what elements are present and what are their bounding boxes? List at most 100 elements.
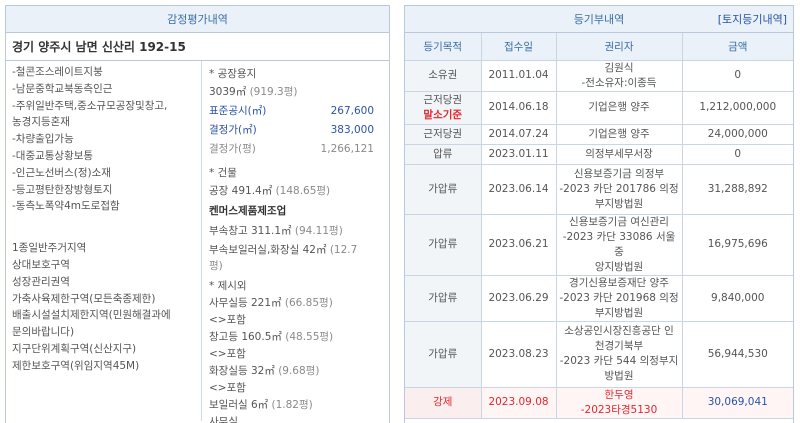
official-price-label: 표준공시(㎡) <box>209 105 267 117</box>
registry-row: 가압류 2023.08.23 소상공인시장진흥공단 인 천경기북부 -2023 카단 5… <box>405 321 793 388</box>
registry-purpose: 소유권 <box>405 60 482 92</box>
registry-row: 압류 2023.01.11 의정부세무서장 0 <box>405 144 793 165</box>
land-header: * 공장용지 <box>209 68 257 80</box>
purpose-text: 소유권 <box>428 69 458 81</box>
registry-row: 강제 2023.09.08 한두영 -2023타경5130 30,069,041 <box>405 387 793 419</box>
registry-holder: 소상공인시장진흥공단 인 천경기북부 -2023 카단 544 의정부지 방법원 <box>556 321 683 388</box>
registry-title: 등기부내역 <box>573 13 625 26</box>
note-line: -남문중학교북동측인근 <box>12 82 113 95</box>
registry-amount: 1,212,000,000 <box>682 91 793 125</box>
registry-date: 2023.09.08 <box>481 387 557 419</box>
warehouse-area-pyeong: (48.55평) <box>285 331 334 343</box>
registry-holder: 한두영 -2023타경5130 <box>556 387 683 419</box>
registry-amount: 56,944,530 <box>682 321 793 388</box>
holder-line: 김원식 <box>604 61 634 74</box>
registry-row: 가압류 2023.06.29 경기신용보증재단 양주 -2023 카단 201968 … <box>405 275 793 322</box>
registry-date: 2014.07.24 <box>481 124 557 145</box>
purpose-text: 가압류 <box>428 182 458 195</box>
registry-purpose: 근저당권말소기준 <box>405 91 482 125</box>
registry-amount: 30,069,041 <box>682 387 793 419</box>
registry-table: 등기목적 접수일 권리자 금액 소유권 2011.01.04 김원식 -전소유자:이종… <box>405 33 793 419</box>
holder-line: -2023 카단 201786 의정 <box>559 182 679 195</box>
registry-purpose: 가압류 <box>405 214 482 276</box>
note-line: -대중교통상황보통 <box>12 149 94 162</box>
registry-date: 2023.08.23 <box>481 321 557 388</box>
purpose-text: 강제 <box>433 396 453 408</box>
land-area: 3039㎡ <box>209 86 247 98</box>
registry-amount: 0 <box>682 60 793 92</box>
holder-line: 신용보증기금 의정부 <box>573 167 665 180</box>
registry-holder: 경기신용보증재단 양주 -2023 카단 201968 의정부지방법원 <box>556 275 683 322</box>
purpose-text: 가압류 <box>428 291 458 304</box>
note-line: -동측노폭약4m도로접함 <box>12 200 120 213</box>
annex-boiler-pyeong-cont: 평) <box>209 260 223 272</box>
registry-date: 2023.06.21 <box>481 214 557 276</box>
registry-row: 소유권 2011.01.04 김원식 -전소유자:이종득 0 <box>405 60 793 92</box>
registry-row: 가압류 2023.06.21 신용보증기금 여신관리 -2023 카단 33086 서… <box>405 214 793 276</box>
zoning-line: 성장관리권역 <box>12 275 70 288</box>
registry-purpose: 가압류 <box>405 321 482 388</box>
holder-line: -2023 카단 544 의정부지 <box>559 355 679 367</box>
registry-date: 2023.01.11 <box>481 144 557 165</box>
registry-holder: 김원식 -전소유자:이종득 <box>556 60 683 92</box>
decided-price-label: 결정가(㎡) <box>209 124 257 136</box>
note-line: -인근노선버스(정)소재 <box>12 166 111 179</box>
purpose-text: 가압류 <box>428 347 458 360</box>
included-label: <>포함 <box>209 348 246 360</box>
zoning-line: 상대보호구역 <box>12 258 70 271</box>
office-area-pyeong: (66.85평) <box>284 297 333 309</box>
zoning-line: 제한보호구역(위임지역45M) <box>12 359 140 372</box>
registry-panel: 등기부내역 [토지등기내역] 등기목적 접수일 권리자 금액 소유권 2011.0… <box>404 5 794 423</box>
note-line: -주위일반주택,중소규모공장및창고, <box>12 99 168 112</box>
zoning-line: 지구단위계획구역(신산지구) <box>12 342 137 355</box>
holder-line: 의정부세무서장 <box>585 147 653 160</box>
holder-line: -전소유자:이종득 <box>581 76 657 89</box>
zoning-line: 가축사육제한구역(모든축종제한) <box>12 292 156 305</box>
land-registry-link[interactable]: [토지등기내역] <box>718 6 787 33</box>
included-label: <>포함 <box>209 382 246 394</box>
registry-amount: 0 <box>682 144 793 165</box>
factory-area-pyeong: (148.65평) <box>275 185 331 197</box>
factory-area: 공장 491.4㎡ <box>209 185 273 197</box>
registry-purpose: 강제 <box>405 387 482 419</box>
zoning-line: 문의바랍니다) <box>12 326 75 339</box>
annex-warehouse: 부속창고 311.1㎡ <box>209 225 292 237</box>
decided-pyeong-label: 결정가(평) <box>209 143 256 155</box>
registry-date: 2011.01.04 <box>481 60 557 92</box>
holder-line: -2023타경5130 <box>580 403 658 416</box>
registry-holder: 신용보증기금 의정부 -2023 카단 201786 의정 부지방법원 <box>556 164 683 215</box>
note-line: -등고평탄한장방형토지 <box>12 183 113 196</box>
holder-line: 천경기북부 <box>594 340 644 352</box>
column-header: 접수일 <box>481 33 557 61</box>
registry-purpose: 근저당권 <box>405 124 482 145</box>
purpose-text: 가압류 <box>428 238 458 250</box>
zoning-line: 배출시설설치제한지역(민원해결과에 <box>12 309 171 322</box>
purpose-text: 근저당권 <box>423 93 463 106</box>
registry-purpose: 압류 <box>405 144 482 165</box>
registry-row: 가압류 2023.06.14 신용보증기금 의정부 -2023 카단 201786 의… <box>405 164 793 215</box>
annex-warehouse-pyeong: (94.11평) <box>294 225 343 237</box>
decided-price-value: 383,000 <box>330 124 374 136</box>
holder-line: 기업은행 양주 <box>588 127 650 140</box>
annex-boiler-pyeong: (12.7 <box>329 244 358 256</box>
appraisal-notes: -철콘조스레이트지붕 -남문중학교북동측인근 -주위일반주택,중소규모공장및창고… <box>6 61 202 421</box>
decided-pyeong-value: 1,266,121 <box>320 143 374 155</box>
cancel-baseline-tag: 말소기준 <box>423 108 463 121</box>
appraisal-title: 감정평가내역 <box>6 6 389 33</box>
registry-row: 근저당권 말소기준 2014.06.18 기업은행 양주 1,212,000,000 <box>405 91 793 125</box>
holder-line: 한두영 <box>604 388 634 401</box>
warehouse-area: 창고등 160.5㎡ <box>209 331 282 343</box>
registry-purpose: 가압류 <box>405 164 482 215</box>
purpose-text: 압류 <box>433 147 453 160</box>
registry-holder: 의정부세무서장 <box>556 144 683 165</box>
registry-holder: 기업은행 양주 <box>556 91 683 125</box>
holder-line: 부지방법원 <box>594 306 644 319</box>
holder-line: 경기신용보증재단 양주 <box>569 276 669 289</box>
column-header: 등기목적 <box>405 33 482 61</box>
note-line: 농경지등혼재 <box>12 116 70 129</box>
holder-line: 앙지방법원 <box>594 260 644 273</box>
note-line: -차량출입가능 <box>12 133 74 146</box>
holder-line: -2023 카단 201968 의정 <box>559 291 679 304</box>
business-name: 켄머스제품제조업 <box>209 205 287 217</box>
registry-purpose: 가압류 <box>405 275 482 322</box>
